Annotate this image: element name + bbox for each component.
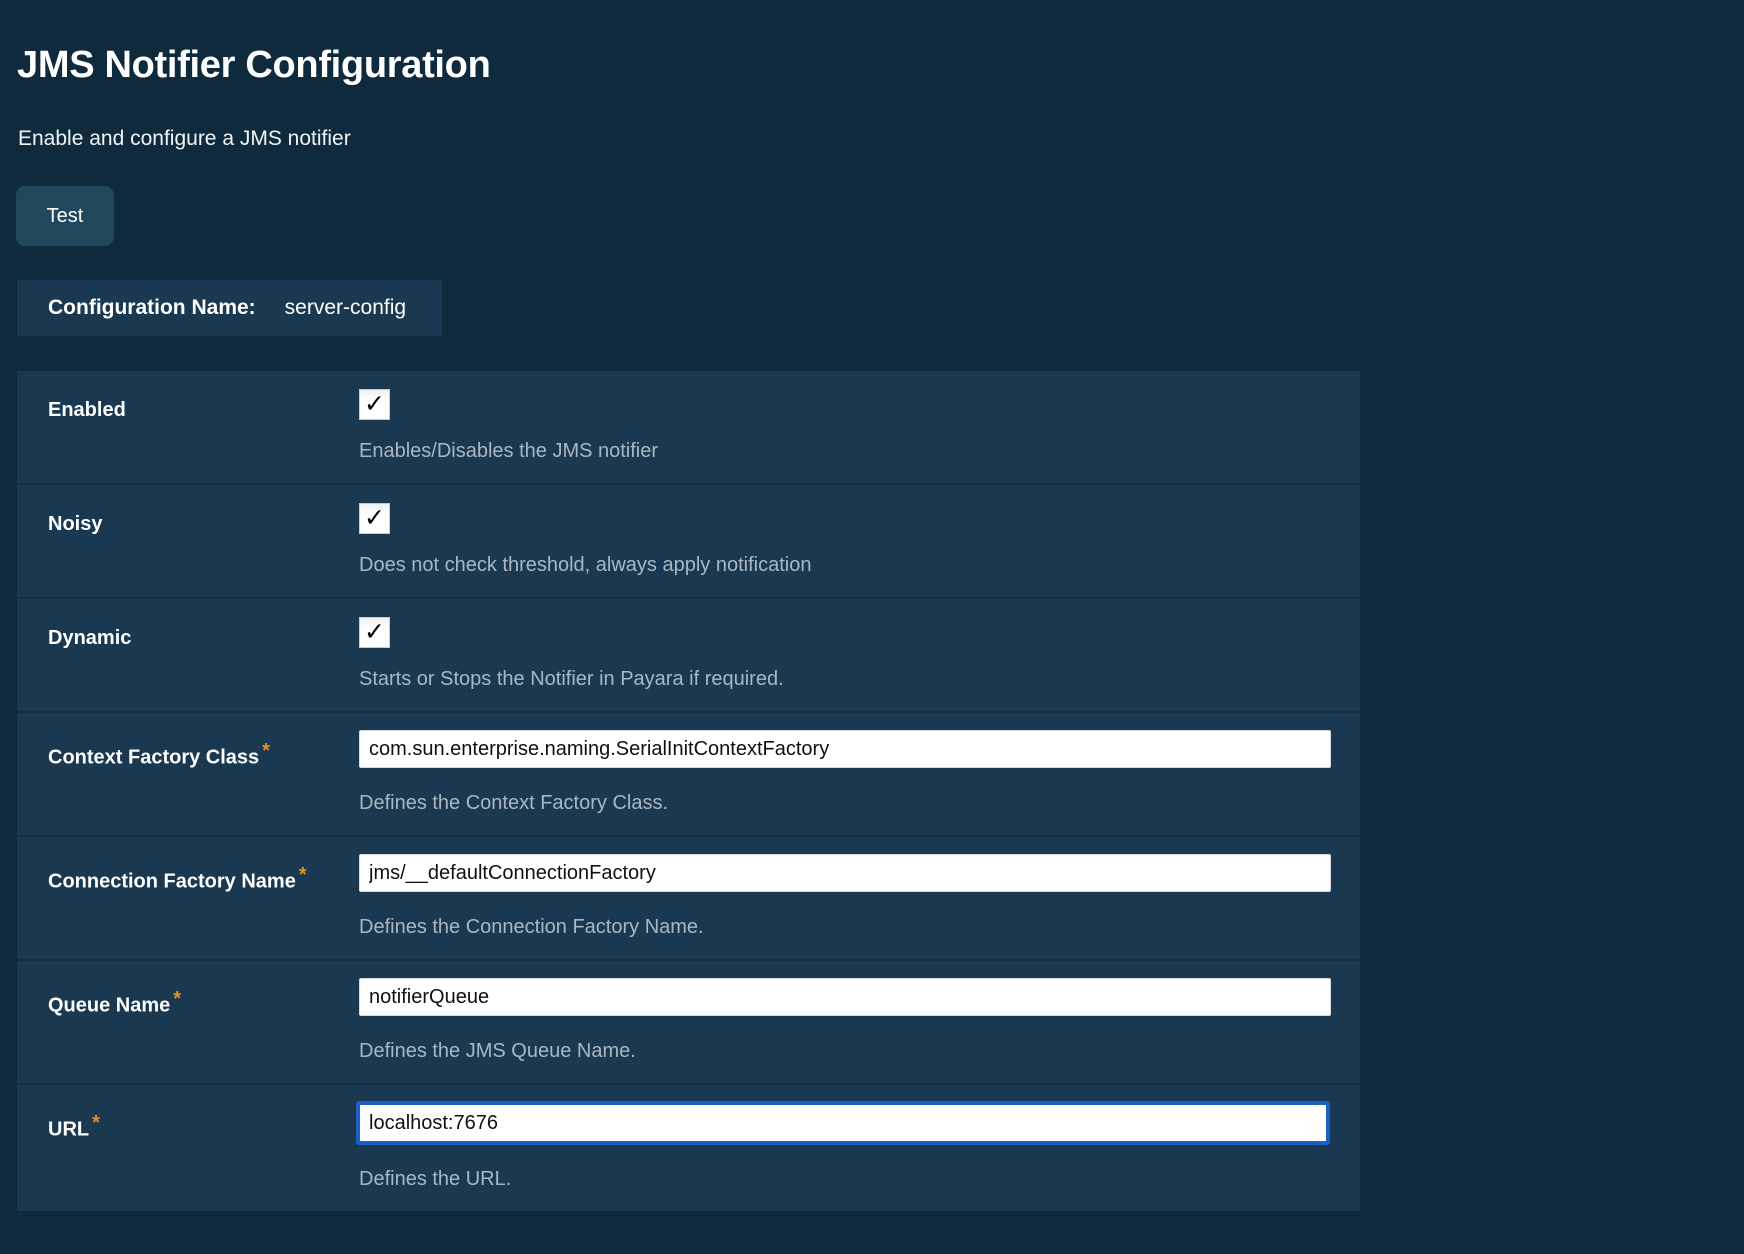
row-label-text: Queue Name bbox=[48, 995, 170, 1017]
configuration-name-bar: Configuration Name: server-config bbox=[17, 280, 442, 336]
form-row: Enabled ✓ Enables/Disables the JMS notifie… bbox=[17, 371, 1360, 485]
row-help-text: Defines the URL. bbox=[359, 1167, 1360, 1191]
page-title: JMS Notifier Configuration bbox=[17, 42, 491, 88]
form-row: Queue Name*Defines the JMS Queue Name. bbox=[17, 961, 1360, 1085]
row-label-text: URL bbox=[48, 1119, 89, 1141]
checkmark-icon: ✓ bbox=[364, 391, 385, 416]
row-label: Noisy bbox=[17, 485, 359, 536]
page-subtitle: Enable and configure a JMS notifier bbox=[18, 126, 351, 152]
row-label-text: Dynamic bbox=[48, 627, 131, 649]
form-row: URL* Defines the URL. bbox=[17, 1085, 1360, 1211]
required-asterisk-icon: * bbox=[262, 741, 270, 761]
input-url[interactable] bbox=[357, 1102, 1329, 1144]
configuration-form-panel: Enabled ✓ Enables/Disables the JMS notifie… bbox=[17, 371, 1360, 1211]
row-field: Defines the JMS Queue Name. bbox=[359, 961, 1360, 1083]
configuration-name-value: server-config bbox=[285, 296, 406, 320]
row-field: Defines the Context Factory Class. bbox=[359, 713, 1360, 835]
required-asterisk-icon: * bbox=[173, 989, 181, 1009]
input-connection-factory-name[interactable] bbox=[359, 854, 1331, 892]
row-field: ✓ Enables/Disables the JMS notifier bbox=[359, 371, 1360, 483]
checkbox-noisy[interactable]: ✓ bbox=[359, 503, 390, 534]
checkbox-enabled[interactable]: ✓ bbox=[359, 389, 390, 420]
jms-notifier-configuration-page: JMS Notifier Configuration Enable and co… bbox=[0, 0, 1744, 1254]
row-field: ✓ Does not check threshold, always apply … bbox=[359, 485, 1360, 597]
row-label: Dynamic bbox=[17, 599, 359, 650]
row-help-text: Defines the JMS Queue Name. bbox=[359, 1039, 1360, 1063]
configuration-name-label: Configuration Name: bbox=[48, 296, 256, 320]
required-asterisk-icon: * bbox=[299, 865, 307, 885]
row-label: URL* bbox=[17, 1085, 359, 1142]
row-help-text: Starts or Stops the Notifier in Payara i… bbox=[359, 667, 1360, 691]
row-help-text: Does not check threshold, always apply n… bbox=[359, 553, 1360, 577]
row-help-text: Enables/Disables the JMS notifier bbox=[359, 439, 1360, 463]
required-asterisk-icon: * bbox=[92, 1113, 100, 1133]
test-button[interactable]: Test bbox=[16, 186, 114, 246]
checkbox-dynamic[interactable]: ✓ bbox=[359, 617, 390, 648]
row-label-text: Connection Factory Name bbox=[48, 871, 296, 893]
form-row: Connection Factory Name*Defines the Conn… bbox=[17, 837, 1360, 961]
form-row: Context Factory Class*Defines the Contex… bbox=[17, 713, 1360, 837]
row-field: Defines the Connection Factory Name. bbox=[359, 837, 1360, 959]
row-field: ✓ Starts or Stops the Notifier in Payara … bbox=[359, 599, 1360, 711]
row-label: Enabled bbox=[17, 371, 359, 422]
row-label: Connection Factory Name* bbox=[17, 837, 359, 894]
row-label: Context Factory Class* bbox=[17, 713, 359, 770]
row-help-text: Defines the Context Factory Class. bbox=[359, 791, 1360, 815]
input-context-factory-class[interactable] bbox=[359, 730, 1331, 768]
row-label-text: Enabled bbox=[48, 399, 126, 421]
form-row: Dynamic ✓ Starts or Stops the Notifier in … bbox=[17, 599, 1360, 713]
row-field: Defines the URL. bbox=[359, 1085, 1360, 1211]
checkmark-icon: ✓ bbox=[364, 619, 385, 644]
row-help-text: Defines the Connection Factory Name. bbox=[359, 915, 1360, 939]
row-label-text: Context Factory Class bbox=[48, 747, 259, 769]
form-row: Noisy ✓ Does not check threshold, always a… bbox=[17, 485, 1360, 599]
row-label-text: Noisy bbox=[48, 513, 102, 535]
checkmark-icon: ✓ bbox=[364, 505, 385, 530]
input-queue-name[interactable] bbox=[359, 978, 1331, 1016]
row-label: Queue Name* bbox=[17, 961, 359, 1018]
